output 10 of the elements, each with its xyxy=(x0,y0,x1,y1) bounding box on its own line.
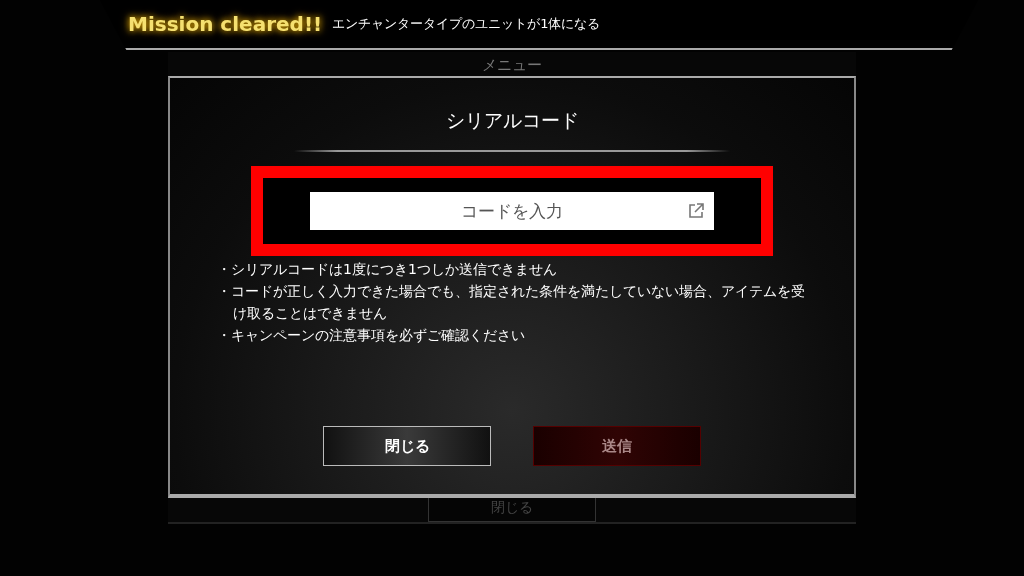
note-text: ・キャンペーンの注意事項を必ずご確認ください xyxy=(217,326,526,345)
dialog-title: シリアルコード xyxy=(445,108,579,133)
note-text: ・コードが正しく入力できた場合でも、指定された条件を満たしていない場合、アイテムを受け取ることはできません xyxy=(217,282,806,323)
edit-icon xyxy=(688,203,704,219)
mission-cleared-label: Mission cleared!! xyxy=(128,12,323,36)
close-button[interactable]: 閉じる xyxy=(323,426,491,466)
note-text: ・シリアルコードは1度につき1つしか送信できません xyxy=(217,260,558,279)
menu-title: メニュー xyxy=(482,56,542,74)
code-input-field[interactable]: コードを入力 xyxy=(310,192,714,230)
mission-message: エンチャンタータイプのユニットが1体になる xyxy=(332,15,601,33)
